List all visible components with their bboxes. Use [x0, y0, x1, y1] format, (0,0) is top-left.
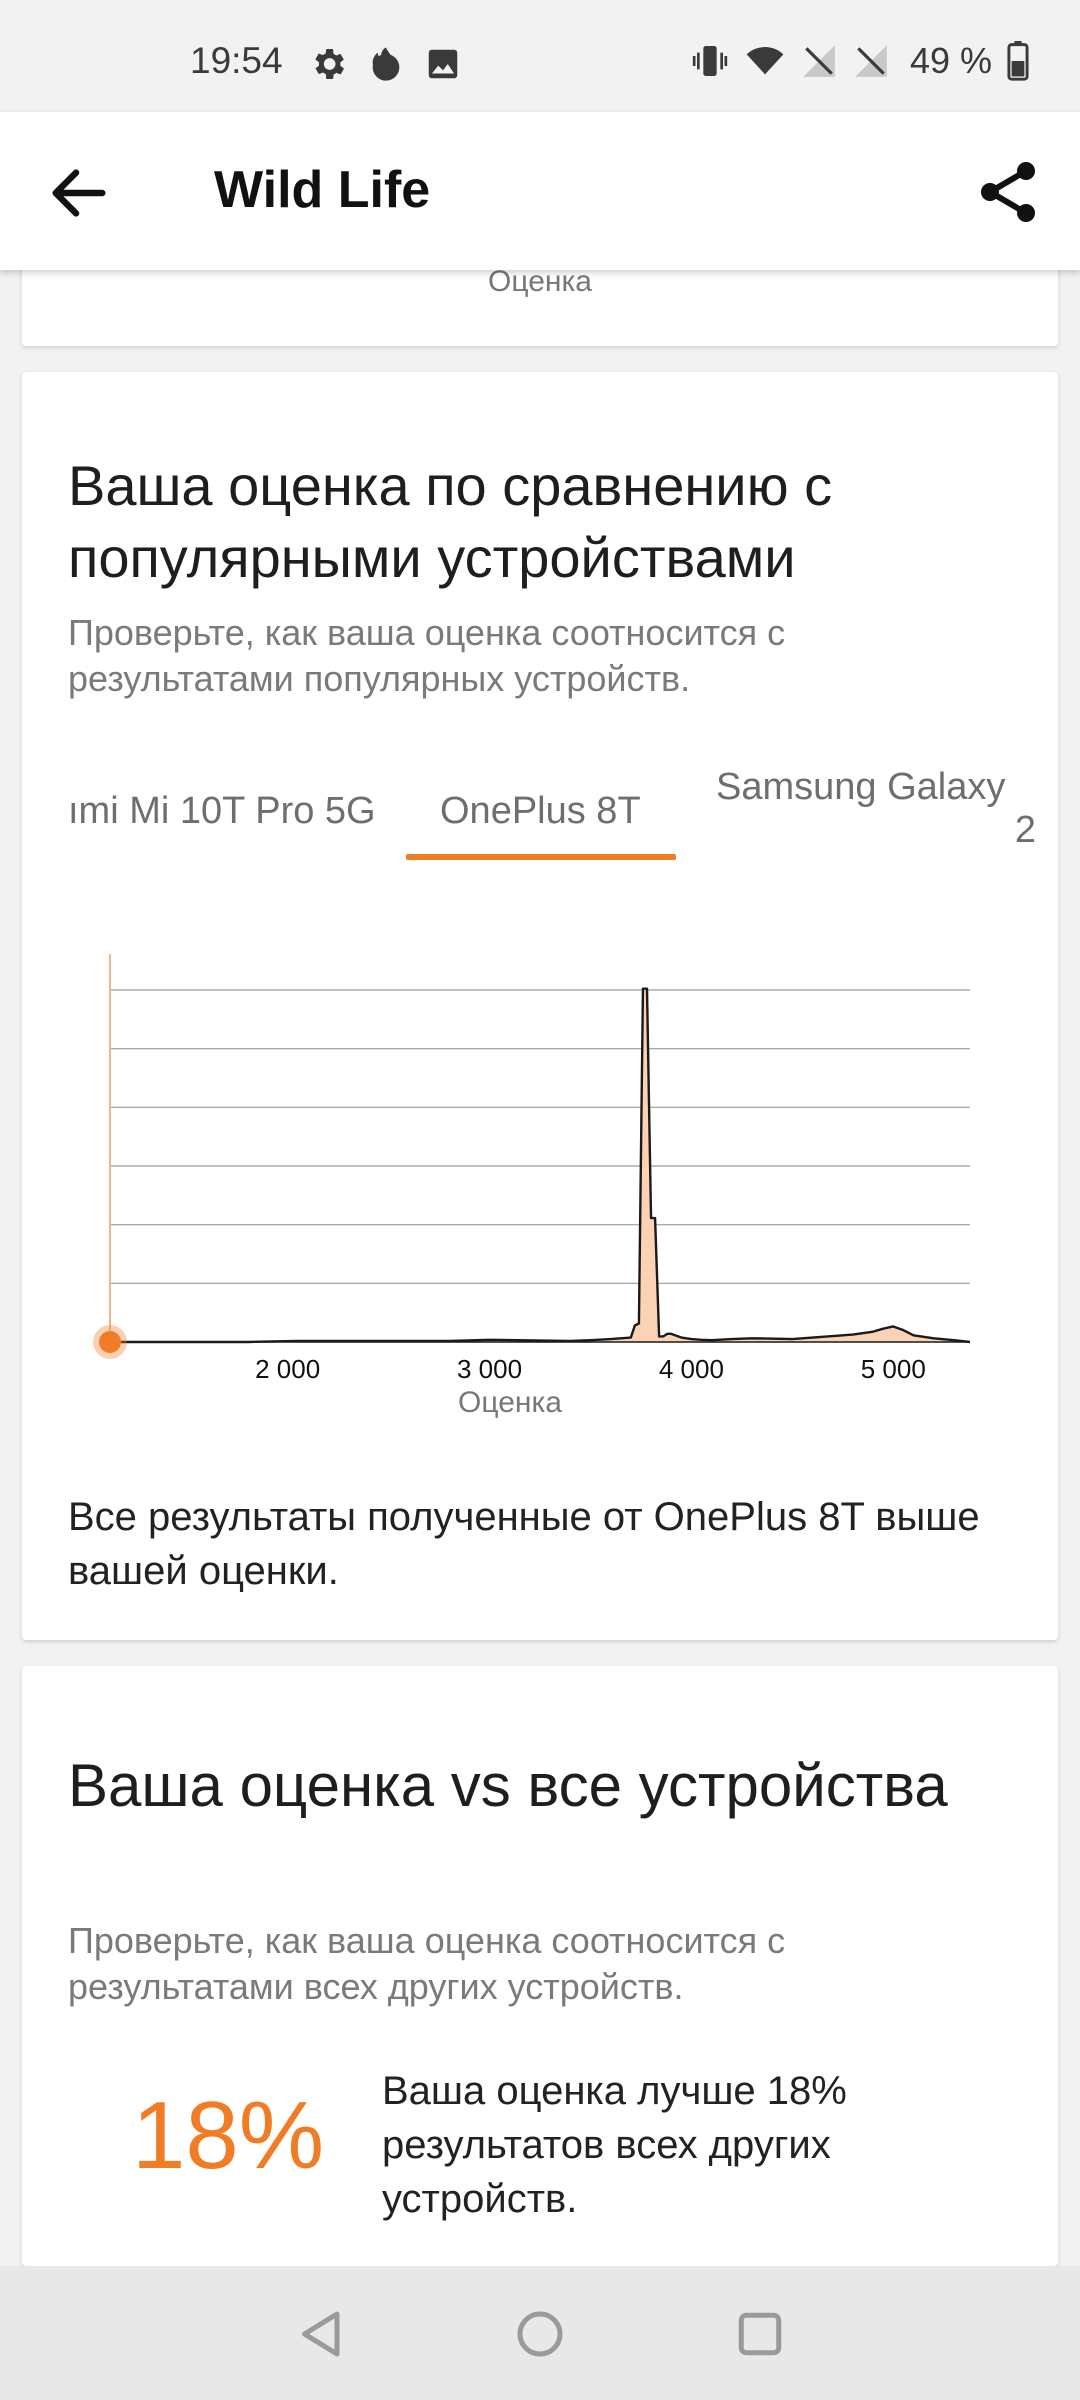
gear-icon [315, 49, 344, 79]
recents-square-icon[interactable] [730, 2304, 790, 2364]
battery-icon [1007, 41, 1029, 81]
tab-samsung-galaxy[interactable]: Samsung Galaxy 2 [716, 766, 1036, 852]
chart-x-tick-label: 5 000 [861, 1354, 926, 1384]
home-circle-icon[interactable] [510, 2304, 570, 2364]
tab-xiaomi-mi-10t-pro[interactable]: ımi Mi 10T Pro 5G [68, 790, 376, 833]
chart-series-area [110, 988, 970, 1342]
chart-x-tick-label: 3 000 [457, 1354, 522, 1384]
system-nav-bar [0, 2266, 1080, 2400]
chart-x-tick-label: 2 000 [255, 1354, 320, 1384]
no-signal-icon [803, 45, 835, 77]
chart-x-tick-label: 4 000 [659, 1354, 724, 1384]
chart-axis-title: Оценка [488, 265, 592, 298]
tab-samsung-line1: Samsung Galaxy [716, 766, 1006, 808]
chart-x-axis-label: Оценка [458, 1386, 562, 1419]
chart-series-line [110, 987, 971, 1344]
page-title: Wild Life [214, 161, 431, 219]
compare-subheading: Проверьте, как ваша оценка соотносится с… [68, 612, 786, 699]
all-subheading: Проверьте, как ваша оценка соотносится с… [68, 1920, 786, 2007]
previous-chart-card: Оценка [22, 260, 1058, 346]
vibrate-icon [692, 46, 728, 76]
compare-popular-card: Ваша оценка по сравнению с популярными у… [22, 372, 1058, 1640]
percentile-value: 18% [132, 2082, 325, 2189]
arrow-left-icon[interactable] [44, 158, 114, 228]
share-icon[interactable] [972, 156, 1044, 228]
image-icon [428, 49, 458, 79]
status-time: 19:54 [190, 40, 283, 81]
percentile-text: Ваша оценка лучше 18% результатов всех д… [382, 2069, 847, 2221]
user-score-marker [99, 1331, 121, 1353]
tab-selected-indicator [406, 854, 676, 860]
status-left-icons [308, 44, 462, 84]
device-tabs: ımi Mi 10T Pro 5G OnePlus 8T Samsung Gal… [22, 752, 1058, 862]
app-bar: Wild Life [0, 112, 1080, 270]
wifi-icon [746, 47, 784, 75]
battery-percent: 49 % [909, 40, 992, 81]
flame-icon [372, 47, 400, 81]
compare-all-card: Ваша оценка vs все устройства Проверьте,… [22, 1666, 1058, 2266]
all-heading: Ваша оценка vs все устройства [68, 1752, 948, 1819]
status-right-icons: 49 % [690, 40, 1030, 82]
score-distribution-chart: 2 000 3 000 4 000 5 000 Оценка [93, 954, 971, 1419]
tab-oneplus-8t[interactable]: OnePlus 8T [440, 790, 641, 833]
back-triangle-icon[interactable] [292, 2304, 352, 2364]
tab-samsung-line2: 2 [1014, 809, 1036, 851]
no-signal-icon [855, 45, 887, 77]
status-bar: 19:54 49 % [0, 0, 1080, 112]
compare-heading: Ваша оценка по сравнению с популярными у… [68, 454, 833, 589]
compare-result-text: Все результаты полученные от OnePlus 8T … [68, 1495, 980, 1593]
